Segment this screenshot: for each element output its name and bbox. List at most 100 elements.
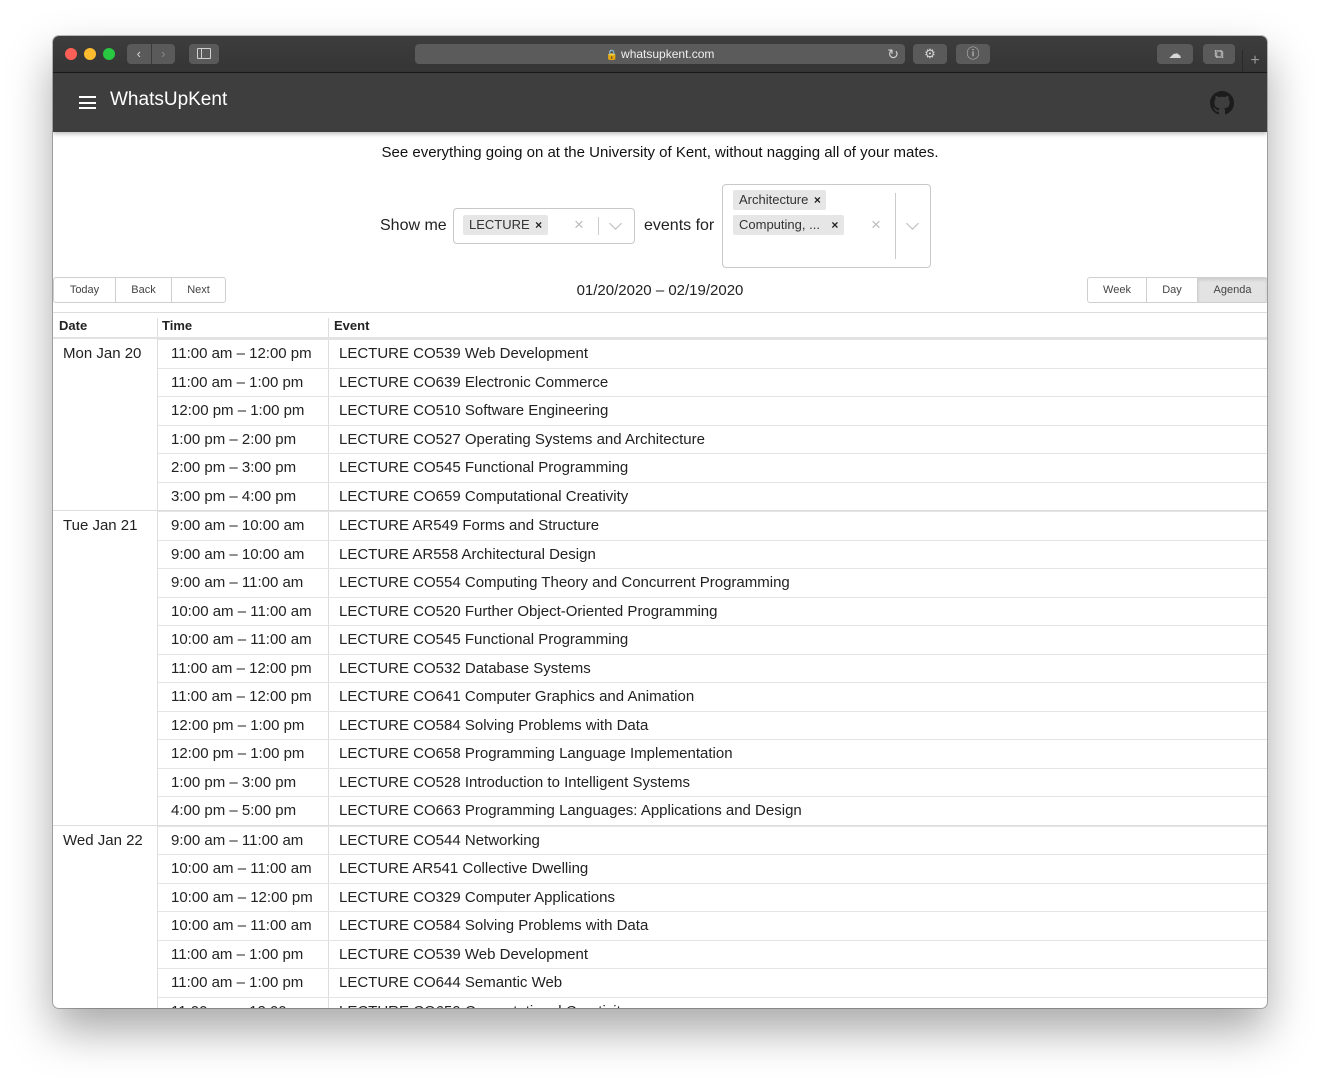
table-row[interactable]: 9:00 am – 10:00 am LECTURE AR558 Architec… xyxy=(158,539,1267,568)
table-row[interactable]: 10:00 am – 11:00 am LECTURE AR541 Collect… xyxy=(158,854,1267,883)
app-title: WhatsUpKent xyxy=(110,89,228,110)
time-column-divider xyxy=(328,940,329,968)
back-arrow-icon[interactable]: ‹ xyxy=(127,44,152,64)
table-row[interactable]: 10:00 am – 11:00 am LECTURE CO545 Functio… xyxy=(158,625,1267,654)
table-row[interactable]: 10:00 am – 11:00 am LECTURE CO520 Further… xyxy=(158,596,1267,625)
event-title[interactable]: LECTURE CO641 Computer Graphics and Anim… xyxy=(339,688,694,705)
event-title[interactable]: LECTURE CO658 Programming Language Imple… xyxy=(339,745,733,762)
tab-overview-button[interactable]: ⧉ xyxy=(1203,44,1235,64)
event-time: 11:00 am – 1:00 pm xyxy=(171,373,304,391)
table-row[interactable]: 10:00 am – 12:00 pm LECTURE CO329 Compute… xyxy=(158,882,1267,911)
menu-icon[interactable] xyxy=(79,96,96,109)
event-time: 11:00 am – 1:00 pm xyxy=(171,945,304,963)
table-row[interactable]: 11:00 am – 12:00 pm LECTURE CO539 Web Dev… xyxy=(158,339,1267,368)
event-title[interactable]: LECTURE CO584 Solving Problems with Data xyxy=(339,717,648,734)
event-title[interactable]: LECTURE CO544 Networking xyxy=(339,832,540,849)
table-row[interactable]: 9:00 am – 10:00 am LECTURE AR549 Forms an… xyxy=(158,511,1267,540)
icloud-tabs-button[interactable]: ☁ xyxy=(1157,44,1193,64)
event-type-select[interactable]: LECTURE × × xyxy=(453,208,635,244)
event-time: 12:00 pm – 1:00 pm xyxy=(171,716,305,734)
event-title[interactable]: LECTURE AR549 Forms and Structure xyxy=(339,517,599,534)
table-row[interactable]: 2:00 pm – 3:00 pm LECTURE CO545 Functiona… xyxy=(158,453,1267,482)
zoom-window-button[interactable] xyxy=(103,48,115,60)
clear-icon[interactable]: × xyxy=(574,215,584,235)
table-row[interactable]: 11:00 am – 12:00 pm LECTURE CO641 Compute… xyxy=(158,682,1267,711)
minimize-window-button[interactable] xyxy=(84,48,96,60)
event-title[interactable]: LECTURE CO520 Further Object-Oriented Pr… xyxy=(339,603,717,620)
extension-gear-button[interactable]: ⚙ xyxy=(913,44,947,64)
remove-chip-icon[interactable]: × xyxy=(826,215,844,235)
table-row[interactable]: 1:00 pm – 3:00 pm LECTURE CO528 Introduct… xyxy=(158,767,1267,796)
time-column-divider xyxy=(328,683,329,711)
close-window-button[interactable] xyxy=(65,48,77,60)
clear-icon[interactable]: × xyxy=(871,215,881,235)
event-title[interactable]: LECTURE CO539 Web Development xyxy=(339,946,588,963)
gear-icon: ⚙ xyxy=(924,46,936,61)
day-group: Tue Jan 21 9:00 am – 10:00 am LECTURE AR54… xyxy=(53,511,1267,826)
event-title[interactable]: LECTURE CO527 Operating Systems and Arch… xyxy=(339,431,705,448)
date-range-label: 01/20/2020 – 02/19/2020 xyxy=(576,282,744,299)
github-icon[interactable] xyxy=(1210,91,1234,115)
event-title[interactable]: LECTURE CO329 Computer Applications xyxy=(339,889,615,906)
app-header: WhatsUpKent xyxy=(53,73,1267,132)
subject-select[interactable]: Architecture × Computing, ... × × xyxy=(722,184,931,268)
table-row[interactable]: 3:00 pm – 4:00 pm LECTURE CO659 Computati… xyxy=(158,481,1267,510)
event-title[interactable]: LECTURE CO510 Software Engineering xyxy=(339,402,608,419)
new-tab-button[interactable]: + xyxy=(1242,50,1267,72)
event-title[interactable]: LECTURE AR558 Architectural Design xyxy=(339,546,596,563)
day-group: Mon Jan 20 11:00 am – 12:00 pm LECTURE CO5… xyxy=(53,339,1267,511)
extension-info-button[interactable]: ⓘ xyxy=(956,44,990,64)
time-column-divider xyxy=(328,569,329,597)
time-column-divider xyxy=(328,368,329,396)
subject-chip-computing: Computing, ... × xyxy=(733,215,844,235)
table-row[interactable]: 11:00 am – 1:00 pm LECTURE CO639 Electron… xyxy=(158,367,1267,396)
reload-icon[interactable]: ↻ xyxy=(887,44,899,64)
time-column-divider xyxy=(328,626,329,654)
chevron-down-icon[interactable] xyxy=(906,217,919,230)
event-title[interactable]: LECTURE CO545 Functional Programming xyxy=(339,631,628,648)
time-column-divider xyxy=(328,797,329,825)
event-title[interactable]: LECTURE CO539 Web Development xyxy=(339,345,588,362)
sidebar-toggle-button[interactable] xyxy=(189,44,219,64)
table-row[interactable]: 9:00 am – 11:00 am LECTURE CO544 Networki… xyxy=(158,825,1267,854)
time-column-divider xyxy=(328,855,329,883)
event-title[interactable]: LECTURE CO532 Database Systems xyxy=(339,660,591,677)
event-title[interactable]: LECTURE CO644 Semantic Web xyxy=(339,974,562,991)
event-title[interactable]: LECTURE CO554 Computing Theory and Concu… xyxy=(339,574,790,591)
table-row[interactable]: 9:00 am – 11:00 am LECTURE CO554 Computin… xyxy=(158,568,1267,597)
table-row[interactable]: 12:00 pm – 1:00 pm LECTURE CO510 Software… xyxy=(158,396,1267,425)
remove-chip-icon[interactable]: × xyxy=(530,215,548,235)
table-row[interactable]: 4:00 pm – 5:00 pm LECTURE CO663 Programmi… xyxy=(158,796,1267,825)
event-title[interactable]: LECTURE CO639 Electronic Commerce xyxy=(339,374,608,391)
event-title[interactable]: LECTURE CO659 Computational Creativity xyxy=(339,1003,628,1009)
table-header: Date Time Event xyxy=(53,313,1267,339)
view-button-group: Week Day Agenda xyxy=(1087,277,1267,303)
event-title[interactable]: LECTURE CO528 Introduction to Intelligen… xyxy=(339,774,690,791)
event-title[interactable]: LECTURE AR541 Collective Dwelling xyxy=(339,860,588,877)
table-row[interactable]: 12:00 pm – 1:00 pm LECTURE CO584 Solving … xyxy=(158,710,1267,739)
day-view-button[interactable]: Day xyxy=(1147,278,1198,302)
event-title[interactable]: LECTURE CO659 Computational Creativity xyxy=(339,488,628,505)
table-row[interactable]: 11:00 am – 1:00 pm LECTURE CO644 Semantic… xyxy=(158,968,1267,997)
event-time: 1:00 pm – 2:00 pm xyxy=(171,430,297,448)
event-title[interactable]: LECTURE CO584 Solving Problems with Data xyxy=(339,917,648,934)
event-time: 4:00 pm – 5:00 pm xyxy=(171,802,297,819)
table-row[interactable]: 11:00 am – 12:00 pm LECTURE CO659 Computa… xyxy=(158,996,1267,1009)
table-row[interactable]: 10:00 am – 11:00 am LECTURE CO584 Solving… xyxy=(158,911,1267,940)
week-view-button[interactable]: Week xyxy=(1088,278,1147,302)
show-me-label: Show me xyxy=(380,217,447,234)
agenda-view-button[interactable]: Agenda xyxy=(1198,278,1267,302)
remove-chip-icon[interactable]: × xyxy=(808,190,826,210)
event-title[interactable]: LECTURE CO663 Programming Languages: App… xyxy=(339,802,802,819)
event-time: 11:00 am – 12:00 pm xyxy=(171,345,312,362)
table-row[interactable]: 12:00 pm – 1:00 pm LECTURE CO658 Programm… xyxy=(158,739,1267,768)
event-title[interactable]: LECTURE CO545 Functional Programming xyxy=(339,459,628,476)
table-row[interactable]: 11:00 am – 1:00 pm LECTURE CO539 Web Deve… xyxy=(158,939,1267,968)
chevron-down-icon[interactable] xyxy=(609,217,622,230)
chip-label: LECTURE xyxy=(469,217,530,232)
time-column-divider xyxy=(328,883,329,911)
address-bar[interactable]: 🔒 whatsupkent.com ↻ xyxy=(415,44,905,64)
table-row[interactable]: 11:00 am – 12:00 pm LECTURE CO532 Databas… xyxy=(158,653,1267,682)
forward-arrow-icon[interactable]: › xyxy=(152,44,176,64)
table-row[interactable]: 1:00 pm – 2:00 pm LECTURE CO527 Operating… xyxy=(158,424,1267,453)
